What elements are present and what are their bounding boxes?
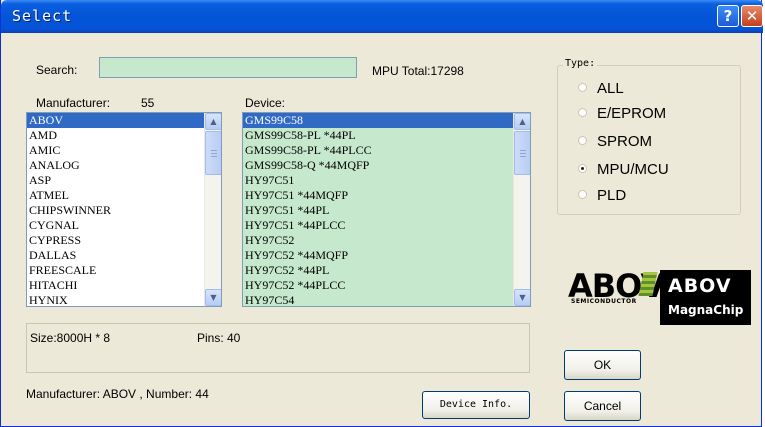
device-label: Device: [245, 96, 286, 110]
abov-magnachip-logo: ABOV MagnaChip [660, 270, 751, 325]
radio-label: PLD [597, 187, 627, 204]
title-bar[interactable]: Select ? ✕ [1, 0, 763, 33]
scroll-down-icon[interactable]: ▼ [205, 289, 221, 306]
list-item[interactable]: HY97C51 *44PL [243, 203, 530, 218]
list-item[interactable]: HITACHI [27, 278, 221, 293]
radio-label: SPROM [597, 133, 653, 150]
list-item[interactable]: DALLAS [27, 248, 221, 263]
device-info-button[interactable]: Device Info. [422, 391, 530, 419]
close-icon[interactable]: ✕ [741, 5, 763, 27]
list-item[interactable]: HY97C51 *44MQFP [243, 188, 530, 203]
radio-button-selected[interactable] [578, 164, 587, 173]
abov-semiconductor-logo: ABOV SEMICONDUCTOR [568, 267, 665, 310]
radio-button[interactable] [578, 108, 587, 117]
list-item[interactable]: GMS99C58-Q *44MQFP [243, 158, 530, 173]
scroll-thumb[interactable] [514, 131, 530, 175]
list-item[interactable]: HY97C52 *44PL [243, 263, 530, 278]
search-label: Search: [36, 63, 78, 77]
list-item[interactable]: FREESCALE [27, 263, 221, 278]
radio-label: ALL [597, 80, 624, 97]
device-info-box: Size:8000H * 8 Pins: 40 [26, 323, 530, 373]
help-icon[interactable]: ? [717, 5, 739, 27]
list-item[interactable]: HY97C52 *44MQFP [243, 248, 530, 263]
list-item[interactable]: HY97C51 *44PLCC [243, 218, 530, 233]
list-item[interactable]: CHIPSWINNER [27, 203, 221, 218]
list-item[interactable]: HY97C52 [243, 233, 530, 248]
manufacturer-items: ABOV AMD AMIC ANALOG ASP ATMEL CHIPSWINN… [27, 113, 221, 306]
scroll-thumb[interactable] [205, 131, 221, 175]
scroll-up-icon[interactable]: ▲ [205, 113, 221, 130]
list-item[interactable]: AMIC [27, 143, 221, 158]
select-dialog: Select ? ✕ Search: MPU Total:17298 Manuf… [0, 0, 763, 427]
list-item[interactable]: CYGNAL [27, 218, 221, 233]
list-item[interactable]: GMS99C58-PL *44PL [243, 128, 530, 143]
radio-label: MPU/MCU [597, 161, 669, 178]
size-text: Size:8000H * 8 [30, 331, 111, 345]
scroll-down-icon[interactable]: ▼ [514, 289, 530, 306]
list-item[interactable]: ANALOG [27, 158, 221, 173]
list-item[interactable]: ATMEL [27, 188, 221, 203]
manufacturer-count: 55 [141, 96, 155, 110]
list-item[interactable]: HY97C52 *44PLCC [243, 278, 530, 293]
list-item[interactable]: GMS99C58 [243, 113, 530, 128]
scroll-up-icon[interactable]: ▲ [514, 113, 530, 130]
list-item[interactable]: HYNIX [27, 293, 221, 306]
device-scrollbar[interactable]: ▲ ▼ [513, 113, 530, 306]
logo-text: ABOV [668, 275, 732, 297]
search-input[interactable] [99, 57, 357, 78]
manufacturer-label: Manufacturer: [36, 96, 111, 110]
list-item[interactable]: CYPRESS [27, 233, 221, 248]
logo-subtext: MagnaChip [668, 303, 744, 317]
list-item[interactable]: HY97C54 [243, 293, 530, 306]
manufacturer-scrollbar[interactable]: ▲ ▼ [204, 113, 221, 306]
mpu-total-label: MPU Total:17298 [372, 64, 464, 78]
manufacturer-list[interactable]: ABOV AMD AMIC ANALOG ASP ATMEL CHIPSWINN… [26, 112, 222, 307]
device-list[interactable]: GMS99C58 GMS99C58-PL *44PL GMS99C58-PL *… [242, 112, 531, 307]
window-title: Select [12, 7, 73, 25]
device-items: GMS99C58 GMS99C58-PL *44PL GMS99C58-PL *… [243, 113, 530, 306]
radio-button[interactable] [578, 83, 587, 92]
list-item[interactable]: ASP [27, 173, 221, 188]
list-item[interactable]: HY97C51 [243, 173, 530, 188]
radio-button[interactable] [578, 190, 587, 199]
list-item[interactable]: AMD [27, 128, 221, 143]
radio-label: E/EPROM [597, 105, 667, 122]
radio-button[interactable] [578, 136, 587, 145]
logo-subtext: SEMICONDUCTOR [571, 298, 637, 305]
list-item[interactable]: ABOV [27, 113, 221, 128]
pins-text: Pins: 40 [197, 331, 241, 345]
type-legend: Type: [563, 58, 598, 69]
status-text: Manufacturer: ABOV , Number: 44 [26, 387, 209, 401]
ok-button[interactable]: OK [564, 350, 641, 380]
cancel-button[interactable]: Cancel [564, 391, 641, 421]
list-item[interactable]: GMS99C58-PL *44PLCC [243, 143, 530, 158]
